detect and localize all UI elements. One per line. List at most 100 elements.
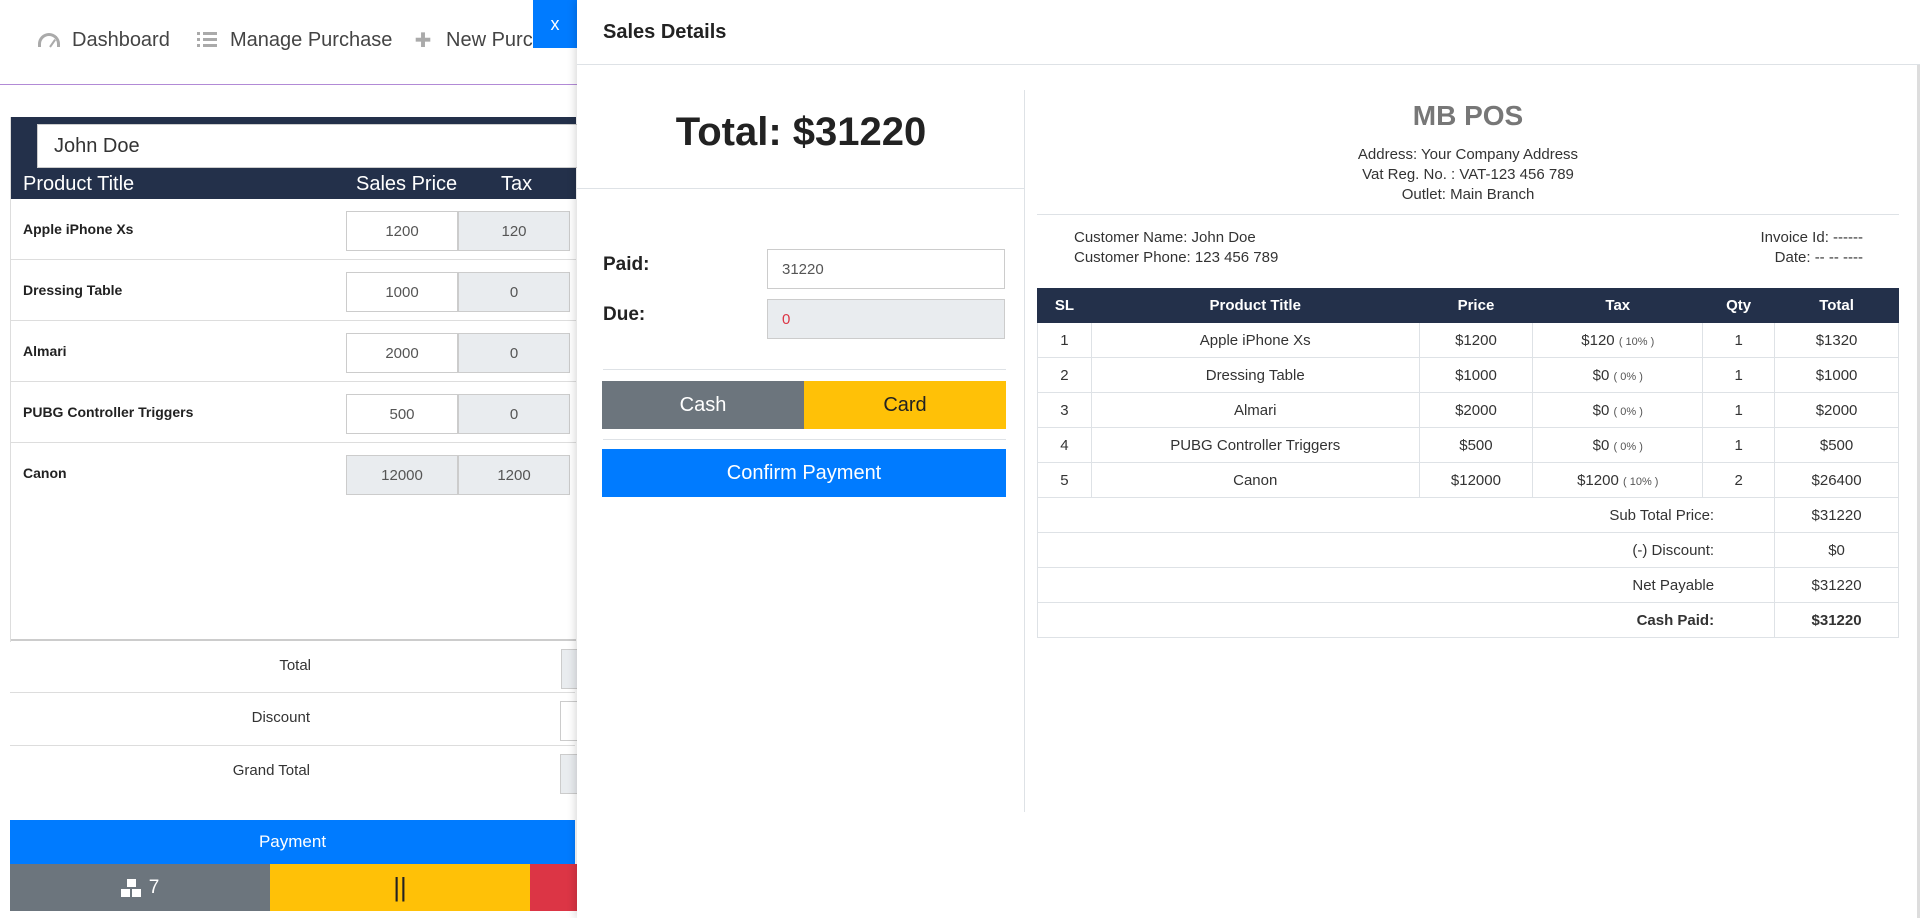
card-button[interactable]: Card [804,381,1006,429]
modal-header: Sales Details [577,0,1920,65]
discount-value: $0 [1774,532,1899,568]
cart-tax-value: 120 [458,211,570,251]
total-amount: Total: $31220 [675,110,927,154]
invoice-table: SL Product Title Price Tax Qty Total 1 A… [1036,288,1899,638]
cell-total: $1320 [1774,322,1899,358]
items-count: 7 [148,876,160,898]
col-price: Price [1418,288,1534,323]
pause-icon: || [393,872,407,902]
cancel-button[interactable] [530,864,580,911]
cell-sl: 2 [1037,357,1092,393]
col-qty: Qty [1702,288,1776,323]
cell-price: $1200 [1418,322,1534,358]
paid-input[interactable] [767,249,1005,289]
cell-price: $1000 [1418,357,1534,393]
confirm-payment-button[interactable]: Confirm Payment [602,449,1006,497]
cell-sl: 3 [1037,392,1092,428]
invoice-id: Invoice Id: ------ [1760,229,1863,246]
nav-manage-purchase-label: Manage Purchase [230,28,393,51]
dashboard-icon [36,28,62,52]
tax-percent: ( 0% ) [1613,440,1643,453]
cart-product-title: Almari [23,343,67,359]
cash-paid-value: $31220 [1774,602,1899,638]
discount-row: (-) Discount: $0 [1036,532,1899,568]
nav-manage-purchase[interactable]: Manage Purchase [194,28,392,52]
cell-title: Dressing Table [1090,357,1420,393]
due-label: Due: [603,304,646,325]
tax-percent: ( 10% ) [1618,335,1655,348]
cell-price: $500 [1418,427,1534,463]
cell-tax: $0 ( 0% ) [1532,357,1704,393]
due-input [767,299,1005,339]
cart-price-input[interactable]: 500 [346,394,458,434]
cell-sl: 5 [1037,462,1092,498]
cart-col-tax: Tax [501,173,533,195]
cash-button[interactable]: Cash [602,381,804,429]
cell-total: $26400 [1774,462,1899,498]
subtotal-value: $31220 [1774,497,1899,533]
company-outlet: Outlet: Main Branch [1401,186,1535,203]
table-row: 1 Apple iPhone Xs $1200 $120 ( 10% ) 1 $… [1037,322,1899,358]
pos-bottom-bar: 7 || [10,864,580,911]
cash-paid-label: Cash Paid: [1036,602,1776,638]
customer-select[interactable]: John Doe [37,124,597,168]
cart-tax-value: 1200 [458,455,570,495]
tax-amount: $0 [1592,436,1610,454]
cart-row: PUBG Controller Triggers 500 0 [11,382,576,443]
items-count-button[interactable]: 7 [10,864,270,911]
cart-price-input[interactable]: 1000 [346,272,458,312]
net-payable-label: Net Payable [1036,567,1776,603]
boxes-icon [120,878,143,897]
tax-amount: $0 [1592,366,1610,384]
summary-grand-total: Grand Total [10,745,590,798]
cart-price-input[interactable]: 2000 [346,333,458,373]
cell-qty: 1 [1702,392,1776,428]
cart-tax-value: 0 [458,333,570,373]
tax-amount: $0 [1592,401,1610,419]
divider [577,188,1025,189]
col-sl: SL [1037,288,1092,323]
cell-title: Almari [1090,392,1420,428]
nav-dashboard-label: Dashboard [72,28,170,51]
cart-price-input[interactable]: 1200 [346,211,458,251]
cell-title: PUBG Controller Triggers [1090,427,1420,463]
company-name: MB POS [1412,100,1524,131]
cell-qty: 1 [1702,322,1776,358]
subtotal-label: Sub Total Price: [1036,497,1776,533]
table-row: 2 Dressing Table $1000 $0 ( 0% ) 1 $1000 [1037,357,1899,393]
cell-sl: 1 [1037,322,1092,358]
cart-tax-value: 0 [458,272,570,312]
cell-title: Apple iPhone Xs [1090,322,1420,358]
cell-tax: $120 ( 10% ) [1532,322,1704,358]
cart-col-price: Sales Price [356,173,458,195]
hold-button[interactable]: || [270,864,530,911]
summary-grand-total-label: Grand Total [232,762,310,779]
invoice-date: Date: -- -- ---- [1774,249,1863,266]
customer-phone: Customer Phone: 123 456 789 [1074,249,1279,266]
divider [1037,214,1899,215]
col-product-title: Product Title [1090,288,1420,323]
payment-button[interactable]: Payment [10,820,575,864]
modal-title: Sales Details [603,21,727,43]
nav-dashboard[interactable]: Dashboard [36,28,170,52]
close-modal-button[interactable]: x [533,0,577,48]
divider [603,369,1006,370]
cell-qty: 2 [1702,462,1776,498]
cart-product-title: Canon [23,465,67,481]
cart-price-input[interactable]: 12000 [346,455,458,495]
col-total: Total [1774,288,1899,323]
tax-percent: ( 10% ) [1622,475,1659,488]
cart-row: Canon 12000 1200 [11,443,576,504]
divider [603,439,1006,440]
cart-row: Dressing Table 1000 0 [11,260,576,321]
summary-total: Total [11,639,591,692]
invoice-table-header: SL Product Title Price Tax Qty Total [1037,288,1899,323]
company-address: Address: Your Company Address [1357,146,1579,163]
cart-col-title: Product Title [23,173,135,195]
cell-total: $1000 [1774,357,1899,393]
payment-column: Total: $31220 Paid: Due: Cash Card Confi… [577,90,1025,812]
cart-product-title: PUBG Controller Triggers [23,404,194,420]
list-icon [194,28,220,52]
cart-tax-value: 0 [458,394,570,434]
cell-tax: $0 ( 0% ) [1532,392,1704,428]
